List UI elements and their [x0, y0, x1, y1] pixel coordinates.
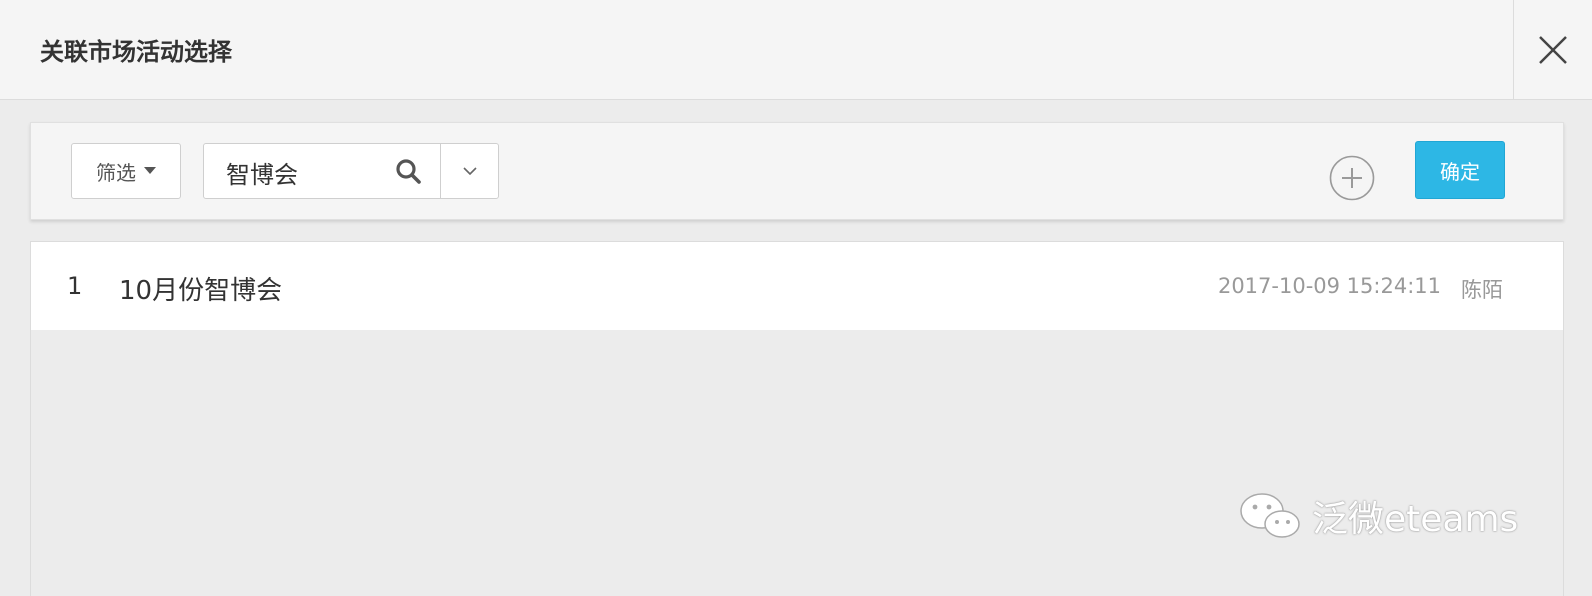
row-index: 1	[67, 272, 83, 300]
result-list: 1 10月份智博会 2017-10-09 15:24:11 陈陌	[30, 241, 1564, 596]
filter-button[interactable]: 筛选	[71, 143, 181, 199]
watermark: 泛微eteams	[1238, 490, 1518, 542]
close-button[interactable]	[1513, 0, 1592, 99]
dialog-title: 关联市场活动选择	[40, 38, 232, 66]
confirm-button[interactable]: 确定	[1415, 141, 1505, 199]
watermark-text: 泛微eteams	[1312, 499, 1519, 540]
wechat-icon	[1240, 493, 1300, 538]
filter-label: 筛选	[96, 160, 136, 185]
plus-circle-icon[interactable]	[1329, 155, 1375, 201]
row-time: 2017-10-09 15:24:11	[1217, 274, 1441, 298]
close-icon	[1539, 35, 1567, 64]
row-name: 10月份智博会	[119, 276, 283, 306]
search-dropdown-toggle[interactable]	[440, 144, 498, 198]
caret-down-icon	[144, 167, 156, 174]
search-box	[203, 143, 499, 200]
dialog-header: 关联市场活动选择	[0, 0, 1592, 100]
row-user: 陈陌	[1461, 278, 1503, 302]
search-input[interactable]	[204, 144, 408, 200]
toolbar: 筛选 确定	[30, 122, 1564, 220]
search-icon[interactable]	[394, 158, 424, 186]
chevron-down-icon	[462, 167, 477, 175]
list-item[interactable]: 1 10月份智博会 2017-10-09 15:24:11 陈陌	[31, 242, 1563, 330]
